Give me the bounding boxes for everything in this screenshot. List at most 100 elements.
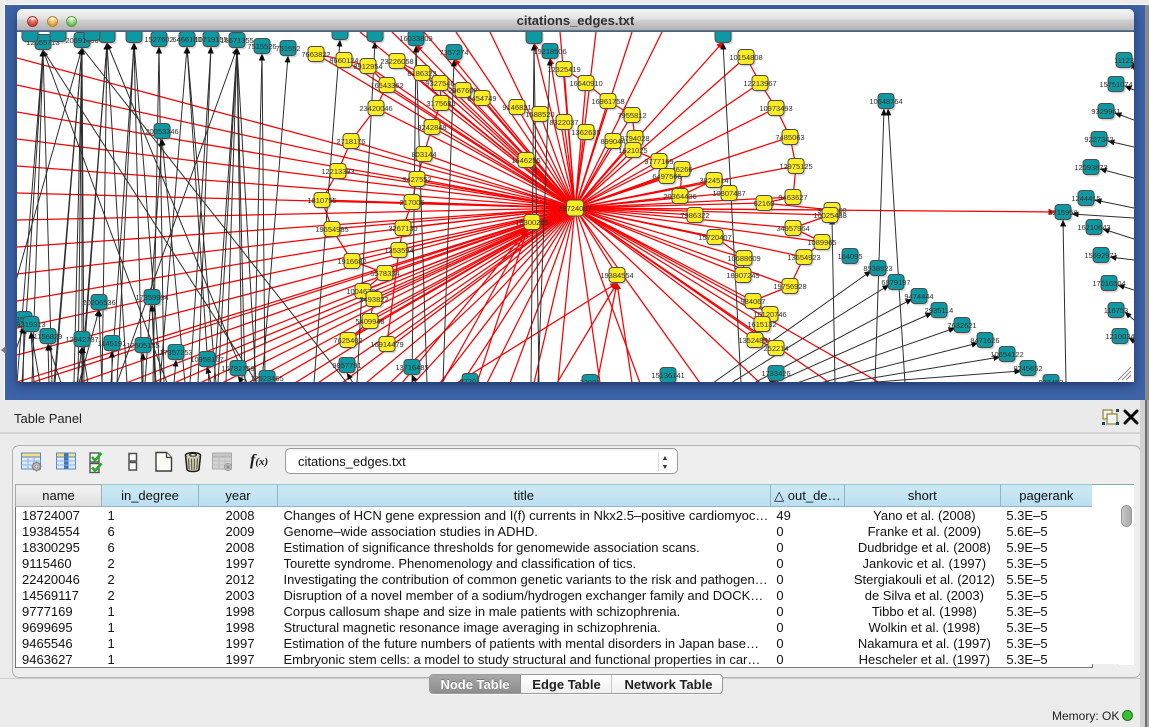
svg-text:16210643: 16210643: [1077, 223, 1110, 232]
svg-text:16033809: 16033809: [399, 34, 432, 43]
svg-text:23420046: 23420046: [359, 104, 392, 113]
svg-text:7632621: 7632621: [947, 321, 976, 330]
svg-text:12923465: 12923465: [250, 374, 283, 382]
svg-text:6497566: 6497566: [652, 172, 681, 181]
svg-text:9242848: 9242848: [417, 123, 446, 132]
svg-text:1527602: 1527602: [144, 35, 173, 44]
svg-text:8471626: 8471626: [970, 336, 999, 345]
svg-text:9227342: 9227342: [1084, 135, 1113, 144]
svg-text:10973493: 10973493: [759, 104, 792, 113]
svg-text:1362635: 1362635: [571, 128, 600, 137]
svg-text:8322037: 8322037: [549, 118, 578, 127]
svg-text:9329961: 9329961: [1091, 107, 1120, 116]
svg-text:252214: 252214: [763, 344, 788, 353]
svg-text:7515526: 7515526: [247, 42, 276, 51]
svg-text:16782759: 16782759: [221, 364, 254, 373]
svg-text:23881: 23881: [580, 378, 601, 382]
svg-text:10807487: 10807487: [712, 189, 745, 198]
svg-text:6879197: 6879197: [881, 278, 910, 287]
svg-text:10958167: 10958167: [190, 355, 223, 364]
svg-text:15720407: 15720407: [698, 233, 731, 242]
svg-text:12213967: 12213967: [743, 79, 776, 88]
svg-text:16914479: 16914479: [370, 340, 403, 349]
svg-text:1621025: 1621025: [618, 146, 647, 155]
svg-text:7357274: 7357274: [439, 48, 468, 57]
svg-text:17359934: 17359934: [135, 293, 168, 302]
svg-text:1353594: 1353594: [384, 246, 413, 255]
svg-text:7986322: 7986322: [680, 211, 709, 220]
svg-text:11123: 11123: [1114, 56, 1134, 65]
svg-text:2935114: 2935114: [925, 306, 954, 315]
svg-text:15692971: 15692971: [1084, 251, 1117, 260]
svg-text:10154808: 10154808: [729, 53, 762, 62]
svg-text:8454749: 8454749: [467, 94, 496, 103]
svg-text:18907249: 18907249: [726, 271, 759, 280]
svg-text:23226058: 23226058: [380, 57, 413, 66]
svg-text:803144: 803144: [411, 150, 436, 159]
svg-text:16961758: 16961758: [591, 97, 624, 106]
svg-text:20206536: 20206536: [82, 298, 115, 307]
svg-text:7955812: 7955812: [617, 111, 646, 120]
svg-text:7663822: 7663822: [301, 50, 330, 59]
svg-text:3267130: 3267130: [388, 224, 417, 233]
svg-text:10025438: 10025438: [813, 211, 846, 220]
svg-text:5409948: 5409948: [355, 317, 384, 326]
svg-text:164095: 164095: [837, 252, 862, 261]
svg-text:17016504: 17016504: [1092, 279, 1125, 288]
svg-text:976453: 976453: [1038, 378, 1063, 382]
svg-text:217006: 217006: [399, 198, 424, 207]
svg-text:12093873: 12093873: [1074, 163, 1107, 172]
svg-text:15751074: 15751074: [1099, 80, 1132, 89]
svg-text:1916682: 1916682: [337, 257, 366, 266]
svg-text:8938923: 8938923: [863, 264, 892, 273]
svg-text:87201: 87201: [460, 377, 481, 382]
svg-text:8912954: 8912954: [353, 62, 382, 71]
svg-text:9794028: 9794028: [620, 134, 649, 143]
svg-text:1733426: 1733426: [761, 369, 790, 378]
svg-text:1244415: 1244415: [1071, 194, 1100, 203]
svg-text:12505135: 12505135: [126, 341, 159, 350]
svg-text:62160: 62160: [754, 199, 775, 208]
svg-text:9319313: 9319313: [17, 320, 46, 329]
svg-text:10648764: 10648764: [869, 97, 902, 106]
svg-text:3824514: 3824514: [699, 176, 728, 185]
svg-text:16543362: 16543362: [370, 81, 403, 90]
svg-text:9463627: 9463627: [778, 193, 807, 202]
svg-text:9245652: 9245652: [1013, 364, 1042, 373]
svg-text:9777169: 9777169: [644, 157, 673, 166]
svg-text:18724007: 18724007: [558, 204, 591, 213]
svg-text:1145191: 1145191: [98, 339, 127, 348]
svg-text:1210034: 1210034: [1105, 332, 1134, 341]
svg-text:15136141: 15136141: [651, 371, 684, 380]
svg-text:16640910: 16640910: [569, 79, 602, 88]
svg-text:2718176: 2718176: [336, 137, 365, 146]
svg-text:12325419: 12325419: [547, 65, 580, 74]
svg-text:18300295: 18300295: [515, 218, 548, 227]
svg-text:19218506: 19218506: [533, 47, 566, 56]
svg-text:19384554: 19384554: [600, 271, 633, 280]
svg-text:10688609: 10688609: [727, 254, 760, 263]
svg-text:8215958: 8215958: [1048, 208, 1077, 217]
svg-text:12975125: 12975125: [779, 162, 812, 171]
svg-text:7485063: 7485063: [775, 133, 804, 142]
svg-text:116753: 116753: [1104, 306, 1128, 315]
svg-text:19756928: 19756928: [773, 282, 806, 291]
svg-text:9474444: 9474444: [904, 292, 933, 301]
svg-text:20053346: 20053346: [145, 127, 178, 136]
svg-text:20364436: 20364436: [663, 192, 696, 201]
svg-text:19654985: 19654985: [315, 225, 348, 234]
svg-text:1810755: 1810755: [307, 196, 336, 205]
svg-text:9427552: 9427552: [402, 175, 431, 184]
svg-text:3493822: 3493822: [359, 295, 388, 304]
svg-text:12213383: 12213383: [321, 167, 354, 176]
svg-text:1156829: 1156829: [34, 332, 63, 341]
svg-text:10654122: 10654122: [990, 350, 1023, 359]
svg-text:1615132: 1615132: [747, 320, 776, 329]
svg-text:9857791: 9857791: [332, 361, 361, 370]
svg-text:13654923: 13654923: [787, 253, 820, 262]
svg-text:17357253: 17357253: [159, 348, 192, 357]
svg-text:12942737: 12942737: [65, 335, 98, 344]
svg-text:5578334: 5578334: [370, 269, 399, 278]
svg-text:1646255: 1646255: [511, 156, 540, 165]
svg-text:13716485: 13716485: [395, 363, 428, 372]
